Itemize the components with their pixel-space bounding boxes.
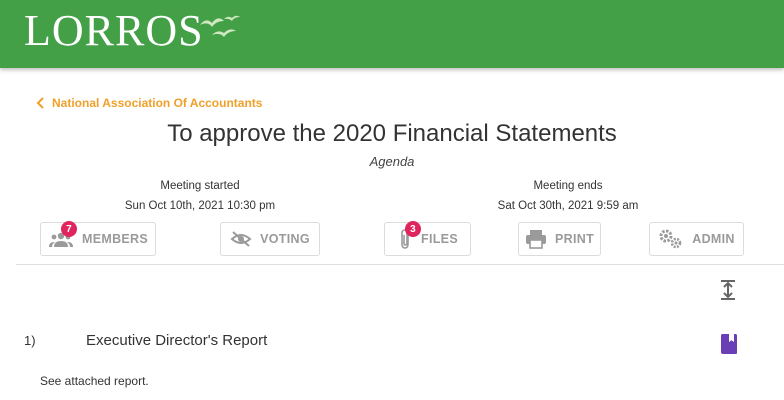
files-label: FILES bbox=[421, 232, 458, 246]
printer-icon bbox=[526, 230, 546, 249]
agenda-item-number: 1) bbox=[24, 333, 36, 348]
agenda-item-description: See attached report. bbox=[40, 374, 149, 388]
meeting-start-value: Sun Oct 10th, 2021 10:30 pm bbox=[124, 200, 276, 212]
print-button[interactable]: PRINT bbox=[518, 222, 601, 256]
files-count-badge: 3 bbox=[405, 221, 421, 237]
members-label: MEMBERS bbox=[82, 232, 148, 246]
logo-text: LORROS bbox=[24, 6, 204, 55]
meeting-end-value: Sat Oct 30th, 2021 9:59 am bbox=[497, 200, 639, 212]
gears-icon bbox=[659, 229, 682, 249]
divider bbox=[16, 264, 784, 265]
members-count-badge: 7 bbox=[61, 221, 77, 237]
meeting-start: Meeting started Sun Oct 10th, 2021 10:30… bbox=[100, 176, 300, 216]
bookmark-icon[interactable] bbox=[720, 334, 738, 354]
app-header: LORROS bbox=[0, 0, 784, 68]
admin-button[interactable]: ADMIN bbox=[649, 222, 744, 256]
voting-label: VOTING bbox=[260, 232, 310, 246]
voting-button[interactable]: VOTING bbox=[220, 222, 320, 256]
members-button[interactable]: MEMBERS 7 bbox=[40, 221, 156, 256]
breadcrumb[interactable]: National Association Of Accountants bbox=[36, 96, 262, 110]
files-button[interactable]: FILES 3 bbox=[384, 221, 471, 256]
birds-icon bbox=[199, 15, 240, 37]
meeting-end: Meeting ends Sat Oct 30th, 2021 9:59 am bbox=[468, 176, 668, 216]
expand-vertical-icon bbox=[721, 280, 735, 300]
agenda-item-title: Executive Director's Report bbox=[86, 332, 268, 349]
page-title: To approve the 2020 Financial Statements bbox=[167, 120, 617, 147]
lorros-logo[interactable]: LORROS bbox=[24, 6, 242, 56]
eye-off-icon bbox=[230, 231, 252, 247]
print-label: PRINT bbox=[555, 232, 594, 246]
meeting-start-label: Meeting started bbox=[160, 180, 240, 192]
breadcrumb-label: National Association Of Accountants bbox=[52, 96, 263, 110]
expand-all-button[interactable] bbox=[716, 278, 740, 302]
page-subtitle: Agenda bbox=[369, 154, 415, 169]
chevron-left-icon bbox=[36, 97, 44, 109]
admin-label: ADMIN bbox=[692, 232, 735, 246]
meeting-end-label: Meeting ends bbox=[533, 180, 603, 192]
